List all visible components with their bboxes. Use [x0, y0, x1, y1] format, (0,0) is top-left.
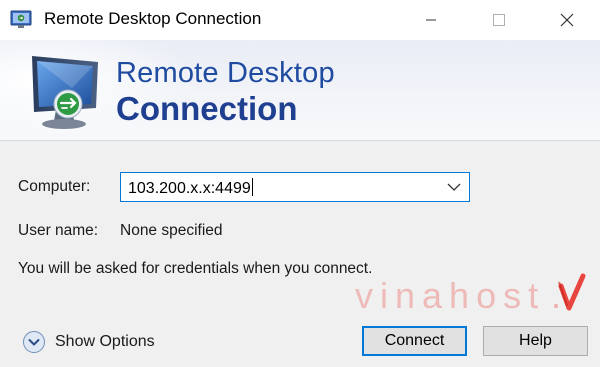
remote-desktop-monitor-icon [32, 56, 98, 129]
user-name-value: None specified [120, 222, 223, 239]
maximize-icon [493, 14, 505, 26]
computer-combobox[interactable]: 103.200.x.x:4499 [120, 172, 470, 202]
text-caret [251, 178, 253, 196]
title-bar: Remote Desktop Connection [0, 0, 600, 40]
connect-button[interactable]: Connect [362, 326, 467, 356]
maximize-button[interactable] [476, 0, 522, 40]
help-button[interactable]: Help [483, 326, 588, 356]
show-options-expand-icon[interactable] [22, 330, 46, 354]
banner-title-line2: Connection [116, 90, 298, 127]
banner-title-line1: Remote Desktop [116, 57, 335, 89]
chevron-down-icon[interactable] [447, 182, 461, 192]
credentials-info-text: You will be asked for credentials when y… [18, 260, 373, 277]
computer-value: 103.200.x.x:4499 [128, 180, 251, 197]
close-button[interactable] [544, 0, 590, 40]
minimize-icon [426, 19, 436, 21]
banner: Remote Desktop Connection [0, 40, 600, 141]
svg-text:vinahost: vinahost [355, 275, 545, 316]
user-name-label: User name: [18, 222, 99, 239]
computer-label: Computer: [18, 178, 91, 195]
vinahost-watermark-logo: vinahost . [355, 273, 586, 316]
svg-text:.: . [551, 275, 561, 316]
minimize-button[interactable] [408, 0, 454, 40]
rdc-window: Remote Desktop Connection Remote Desktop… [0, 0, 600, 367]
window-title: Remote Desktop Connection [44, 9, 262, 28]
show-options-link[interactable]: Show Options [55, 333, 155, 351]
close-icon [560, 13, 574, 27]
remote-desktop-icon [10, 10, 32, 28]
computer-input[interactable]: 103.200.x.x:4499 [128, 178, 253, 198]
